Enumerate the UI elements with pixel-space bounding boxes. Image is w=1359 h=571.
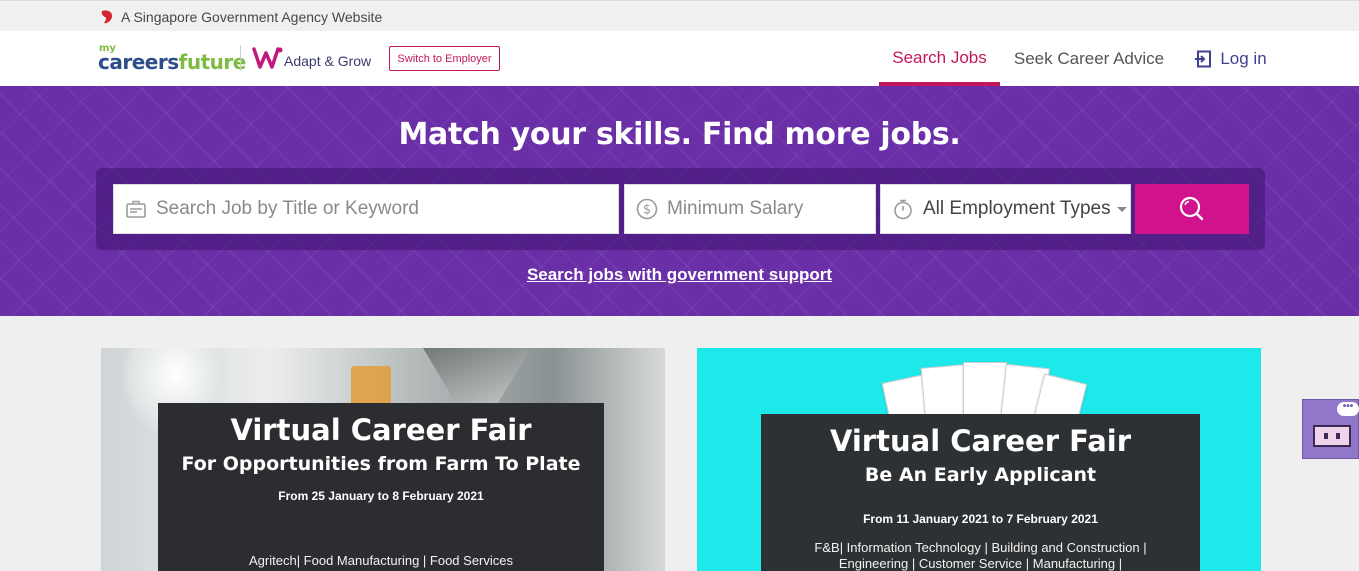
nav-search-jobs[interactable]: Search Jobs	[879, 31, 1000, 86]
banner-card: Virtual Career Fair Be An Early Applican…	[761, 414, 1200, 571]
banner-date: From 25 January to 8 February 2021	[278, 489, 484, 503]
switch-to-employer-button[interactable]: Switch to Employer	[389, 46, 500, 71]
career-fair-banner-farm-to-plate[interactable]: Virtual Career Fair For Opportunities fr…	[101, 348, 665, 571]
banner-sectors-line1: F&B| Information Technology | Building a…	[814, 540, 1147, 555]
gov-support-link[interactable]: Search jobs with government support	[0, 265, 1359, 285]
logo-wordmark: careersfuture	[98, 50, 246, 74]
adapt-grow-logo[interactable]: Adapt & Grow	[252, 43, 382, 73]
gov-masthead-text: A Singapore Government Agency Website	[121, 9, 383, 25]
adapt-grow-label: Adapt & Grow	[284, 53, 372, 69]
banner-title: Virtual Career Fair	[829, 424, 1132, 458]
banner-subtitle: Be An Early Applicant	[864, 464, 1097, 486]
chevron-down-icon	[1116, 206, 1127, 212]
lion-head-icon	[101, 10, 113, 24]
logo-future: future	[178, 50, 247, 74]
site-header: my careersfuture Adapt & Grow Switch to …	[0, 31, 1359, 86]
logo-careers: careers	[98, 50, 179, 74]
hero-section: Match your skills. Find more jobs. $ All…	[0, 86, 1359, 316]
login-icon	[1195, 50, 1212, 67]
search-button[interactable]	[1135, 184, 1249, 234]
nav-login[interactable]: Log in	[1190, 31, 1272, 86]
keyword-input[interactable]	[156, 198, 560, 220]
minimum-salary-input[interactable]	[667, 198, 867, 220]
adapt-grow-icon	[252, 47, 283, 69]
chat-bubble-icon: •••	[1337, 402, 1359, 416]
banner-photo-container	[351, 366, 391, 406]
banner-sectors-line2: Engineering | Customer Service | Manufac…	[838, 556, 1123, 571]
robot-eye	[1336, 433, 1340, 439]
search-icon	[1179, 196, 1204, 221]
robot-face-icon	[1313, 425, 1351, 447]
employment-type-value: All Employment Types	[923, 198, 1111, 219]
chatbot-launcher[interactable]: •••	[1302, 399, 1359, 459]
gov-masthead: A Singapore Government Agency Website	[0, 0, 1359, 31]
hero-title: Match your skills. Find more jobs.	[398, 117, 961, 152]
banner-date: From 11 January 2021 to 7 February 2021	[863, 512, 1098, 526]
job-search-panel: $ All Employment Types	[96, 168, 1265, 250]
keyword-field[interactable]	[113, 184, 619, 234]
banner-photo-machine	[423, 348, 531, 408]
mycareersfuture-logo[interactable]: my careersfuture	[98, 43, 246, 74]
stopwatch-icon	[894, 199, 912, 220]
briefcase-icon	[126, 200, 146, 218]
logo-divider	[240, 45, 241, 71]
svg-text:$: $	[643, 203, 651, 218]
banner-sectors: F&B| Information Technology | Building a…	[761, 540, 1200, 571]
career-fair-banner-early-applicant[interactable]: Virtual Career Fair Be An Early Applican…	[697, 348, 1261, 571]
employment-type-select[interactable]: All Employment Types	[880, 184, 1131, 234]
banner-card: Virtual Career Fair For Opportunities fr…	[158, 403, 604, 571]
banner-title: Virtual Career Fair	[230, 413, 532, 447]
salary-field[interactable]: $	[624, 184, 876, 234]
nav-login-label: Log in	[1220, 48, 1267, 68]
banner-subtitle: For Opportunities from Farm To Plate	[181, 453, 581, 475]
banner-sectors: Agritech| Food Manufacturing | Food Serv…	[249, 553, 513, 568]
nav-seek-career-advice[interactable]: Seek Career Advice	[1008, 31, 1170, 86]
robot-eye	[1324, 433, 1328, 439]
resume-illustration	[881, 362, 1088, 439]
dollar-icon: $	[636, 198, 658, 220]
